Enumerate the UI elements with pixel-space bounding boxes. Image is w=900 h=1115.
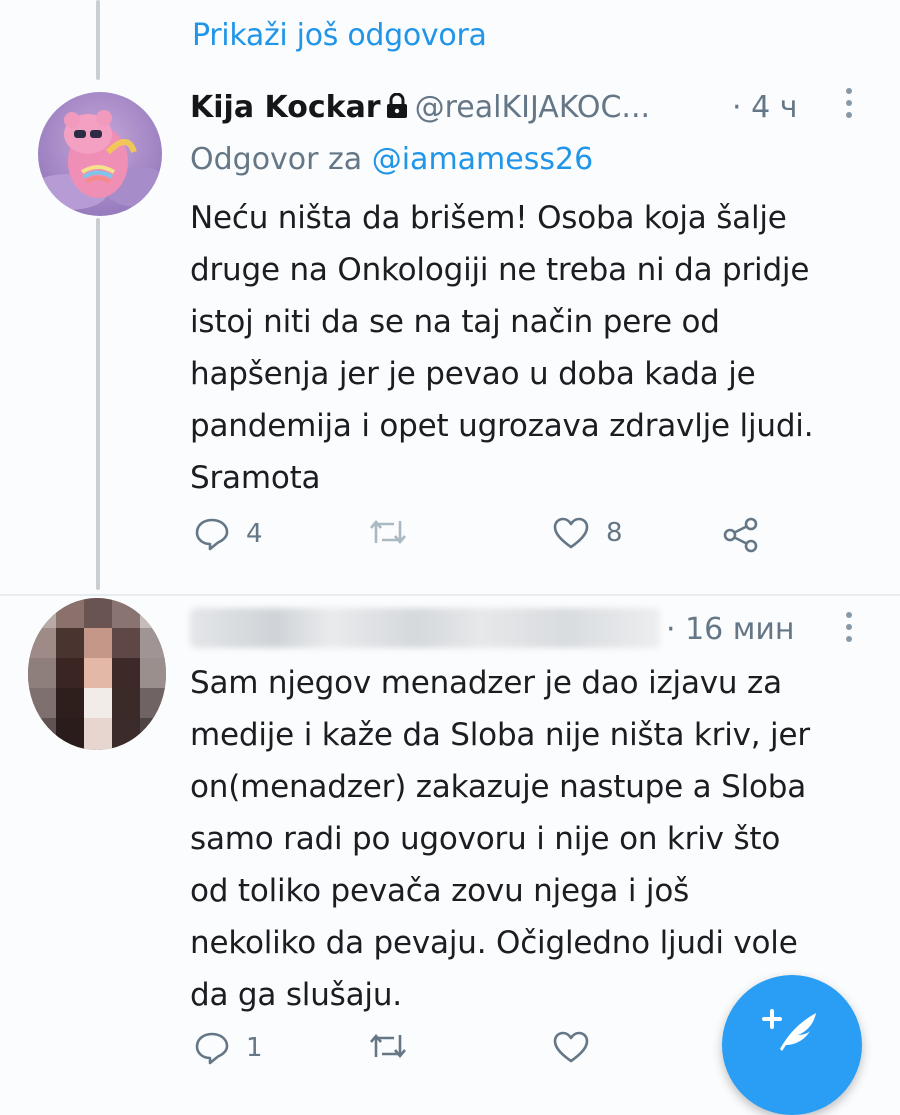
- tweet-line: istoj niti da se na taj način pere od: [190, 304, 720, 340]
- compose-tweet-button[interactable]: [722, 975, 862, 1115]
- heart-icon: [553, 517, 589, 549]
- retweet-icon: [370, 519, 406, 545]
- care-bear-avatar-image: [38, 92, 162, 216]
- reply-prefix: Odgovor za: [190, 142, 363, 177]
- share-icon: [723, 517, 758, 553]
- tweet-timestamp[interactable]: · 4 ч: [732, 90, 797, 125]
- tweet-line: od toliko pevača zovu njega i još: [190, 873, 690, 909]
- tweet-text: Neću ništa da brišem! Osoba koja šalje d…: [190, 192, 870, 504]
- retweet-button[interactable]: [368, 516, 424, 548]
- like-button[interactable]: 8: [552, 516, 623, 550]
- tweet-actions: 1: [190, 1030, 790, 1070]
- tweet-line: Sam njegov menadzer je dao izjavu za: [190, 665, 782, 701]
- tweet-line: nekoliko da pevaju. Očigledno ljudi vole: [190, 925, 798, 961]
- avatar[interactable]: [38, 92, 162, 216]
- reply-count: 1: [246, 1033, 263, 1063]
- tweet-line: pandemija i opet ugrozava zdravlje ljudi…: [190, 408, 814, 444]
- tweet-line: on(menadzer) zakazuje nastupe a Sloba: [190, 769, 807, 805]
- blurred-user-name[interactable]: [190, 608, 660, 648]
- lock-icon: [385, 92, 409, 127]
- tweet-line: medije i kaže da Sloba nije ništa kriv, …: [190, 717, 810, 753]
- tweet-line: Sramota: [190, 460, 321, 496]
- tweet-line: samo radi po ugovoru i nije on kriv što: [190, 821, 781, 857]
- avatar-pixelated[interactable]: [28, 598, 166, 750]
- tweet-line: hapšenja jer je pevao u doba kada je: [190, 356, 756, 392]
- tweet-actions: 4 8: [190, 516, 790, 556]
- share-button[interactable]: [722, 516, 760, 554]
- tweet-text: Sam njegov menadzer je dao izjavu za med…: [190, 657, 870, 1021]
- pixelated-avatar-image: [28, 598, 166, 750]
- tweet-line: Neću ništa da brišem! Osoba koja šalje: [190, 200, 787, 236]
- heart-icon: [553, 1031, 589, 1063]
- retweet-icon: [370, 1033, 406, 1059]
- tweet-kija-kockar[interactable]: Kija Kockar @realKIJAKOC... · 4 ч Odgovor…: [0, 0, 900, 590]
- tweet-timestamp[interactable]: · 16 мин: [666, 612, 795, 647]
- like-count: 8: [606, 518, 623, 548]
- reply-button[interactable]: 4: [194, 516, 263, 552]
- reply-button[interactable]: 1: [194, 1030, 263, 1066]
- more-vertical-icon[interactable]: [844, 86, 854, 128]
- compose-tweet-icon: [762, 1009, 816, 1051]
- tweet-header: Kija Kockar @realKIJAKOC...: [190, 90, 650, 127]
- retweet-button[interactable]: [368, 1030, 424, 1062]
- display-name[interactable]: Kija Kockar: [190, 90, 381, 125]
- reply-bubble-icon: [195, 518, 229, 551]
- user-handle[interactable]: @realKIJAKOC...: [415, 90, 650, 125]
- reply-bubble-icon: [195, 1032, 229, 1065]
- more-vertical-icon[interactable]: [844, 610, 854, 652]
- replying-to: Odgovor za @iamamess26: [190, 142, 593, 177]
- reply-count: 4: [246, 519, 263, 549]
- reply-to-handle-link[interactable]: @iamamess26: [372, 142, 593, 177]
- tweet-line: druge na Onkologiji ne treba ni da pridj…: [190, 252, 810, 288]
- like-button[interactable]: [552, 1030, 606, 1064]
